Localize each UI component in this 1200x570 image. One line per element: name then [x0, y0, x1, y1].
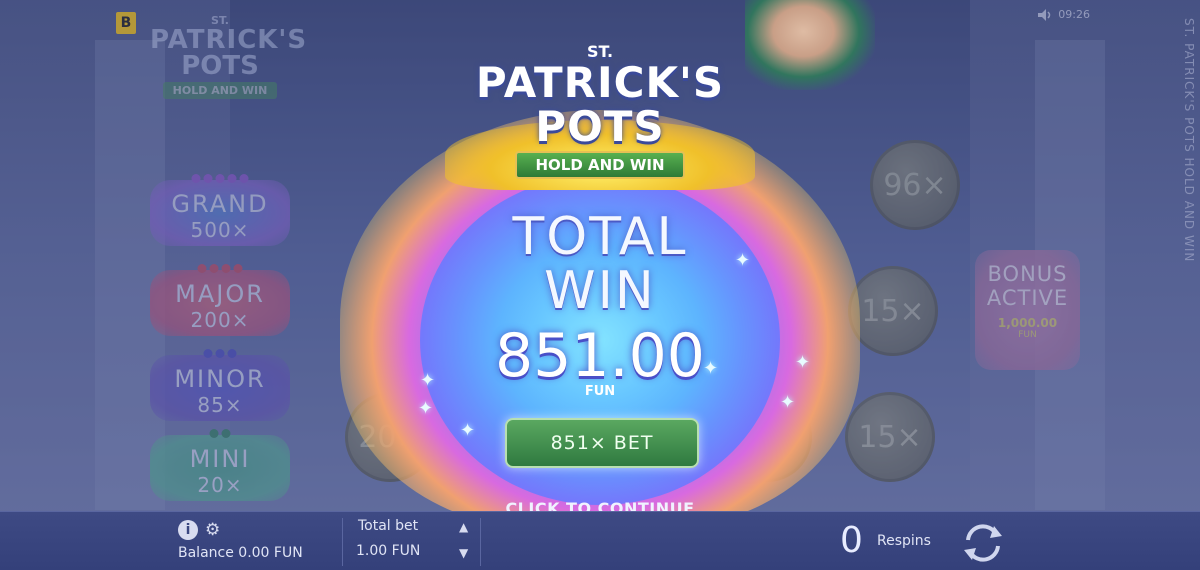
sparkle-icon: ✦	[420, 370, 436, 391]
win-amount: 851.00	[495, 321, 705, 391]
total-win-line1: TOTAL	[512, 207, 688, 267]
sparkle-icon: ✦	[460, 420, 476, 441]
arrow-up-icon[interactable]: ▲	[459, 520, 468, 534]
total-win-panel: TOTAL WIN 851.00 FUN	[480, 210, 720, 399]
sparkle-icon: ✦	[780, 392, 796, 413]
sparkle-icon: ✦	[795, 352, 811, 373]
divider	[342, 518, 343, 566]
popup-logo-title: PATRICK'S POTS	[475, 58, 725, 151]
arrow-down-icon[interactable]: ▼	[459, 546, 468, 560]
divider	[480, 518, 481, 566]
total-bet-label: Total bet	[358, 518, 419, 534]
total-win-line2: WIN	[544, 261, 656, 321]
game-stage[interactable]: B ST. PATRICK'S POTS HOLD AND WIN 09:26 …	[0, 0, 1200, 570]
respin-count: 0	[840, 520, 863, 561]
leprechaun-character	[745, 0, 875, 90]
sparkle-icon: ✦	[735, 250, 751, 271]
bet-multiplier-banner: 851× BET	[505, 418, 699, 468]
refresh-icon[interactable]	[958, 518, 1008, 568]
gear-icon[interactable]: ⚙	[205, 520, 220, 540]
bottom-control-bar: i ⚙ Balance 0.00 FUN Total bet 1.00 FUN …	[0, 511, 1200, 570]
total-bet-value: 1.00 FUN	[356, 543, 421, 559]
popup-logo: ST. PATRICK'S POTS HOLD AND WIN	[450, 42, 750, 179]
respin-label: Respins	[877, 533, 931, 549]
balance-display: Balance 0.00 FUN	[178, 545, 303, 561]
popup-logo-ribbon: HOLD AND WIN	[515, 151, 685, 179]
info-icon[interactable]: i	[178, 520, 198, 540]
sparkle-icon: ✦	[418, 398, 434, 419]
